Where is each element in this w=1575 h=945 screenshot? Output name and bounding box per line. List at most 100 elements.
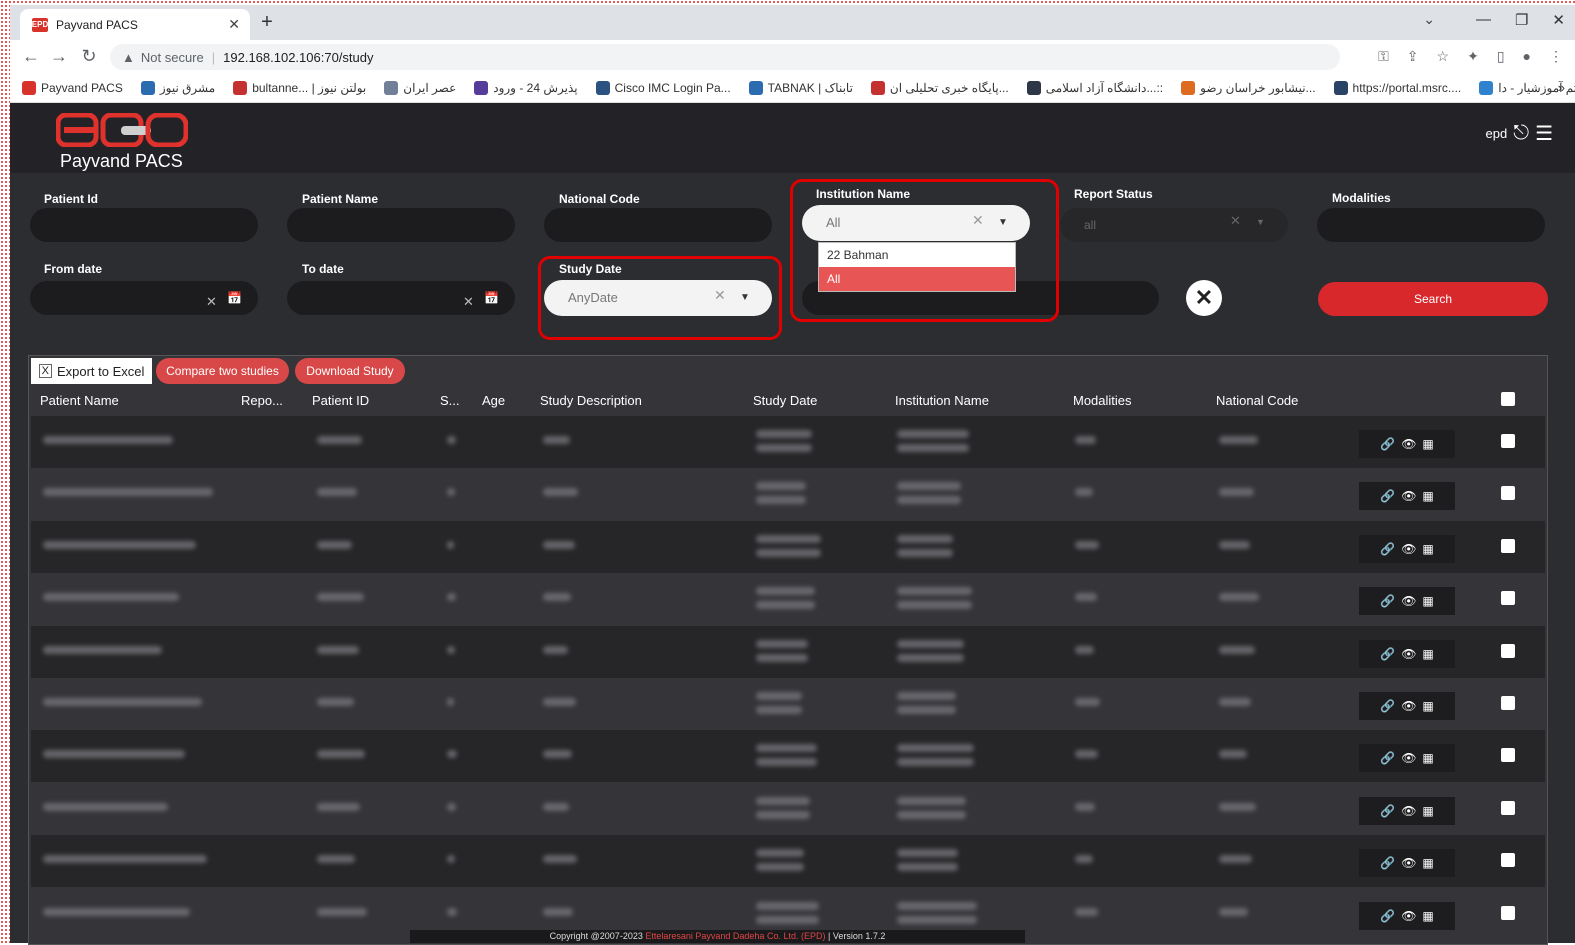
report-icon[interactable]: ▦ (1422, 647, 1433, 661)
bookmark-item[interactable]: پایگاه خبری تحلیلی ان... (870, 81, 1009, 95)
row-checkbox[interactable] (1501, 853, 1515, 868)
table-row[interactable]: 🔗 👁 ▦ (31, 678, 1545, 730)
col-age[interactable]: Age (482, 393, 505, 408)
row-checkbox[interactable] (1501, 434, 1515, 448)
bookmark-item[interactable]: bultanne... | بولتن نیوز (233, 81, 366, 95)
report-icon[interactable]: ▦ (1422, 751, 1433, 765)
bookmarks-overflow-icon[interactable]: » (1558, 80, 1565, 95)
table-row[interactable]: 🔗 👁 ▦ (31, 416, 1545, 468)
bookmark-item[interactable]: دانشگاه آزاد اسلامی...:: (1026, 81, 1163, 95)
forward-icon[interactable]: → (48, 46, 70, 67)
col-report[interactable]: Repo... (241, 393, 283, 408)
to-date-input[interactable]: ✕ 📅 (287, 281, 515, 315)
col-patient-id[interactable]: Patient ID (312, 393, 369, 408)
eye-icon[interactable]: 👁 (1401, 437, 1416, 451)
minimize-icon[interactable]: — (1476, 11, 1491, 29)
link-icon[interactable]: 🔗 (1380, 647, 1395, 661)
close-window-icon[interactable]: ✕ (1552, 11, 1565, 29)
link-icon[interactable]: 🔗 (1380, 437, 1395, 451)
eye-icon[interactable]: 👁 (1401, 542, 1416, 556)
eye-icon[interactable]: 👁 (1401, 489, 1416, 503)
col-modalities[interactable]: Modalities (1073, 393, 1132, 408)
reload-icon[interactable]: ↻ (78, 46, 100, 67)
browser-tab[interactable]: EPD Payvand PACS ✕ (20, 9, 250, 40)
row-checkbox[interactable] (1501, 643, 1515, 658)
report-status-chevron-icon[interactable]: ▼ (1256, 217, 1265, 227)
eye-icon[interactable]: 👁 (1401, 856, 1416, 870)
link-icon[interactable]: 🔗 (1380, 856, 1395, 870)
link-icon[interactable]: 🔗 (1380, 594, 1395, 608)
star-icon[interactable]: ☆ (1437, 48, 1450, 65)
reset-filters-button[interactable]: ✕ (1186, 280, 1222, 316)
bookmark-item[interactable]: نیشابور خراسان رضو... (1181, 81, 1316, 95)
link-icon[interactable]: 🔗 (1380, 489, 1395, 503)
row-checkbox[interactable] (1501, 486, 1515, 501)
key-icon[interactable]: ⚿ (1378, 48, 1389, 65)
report-icon[interactable]: ▦ (1422, 856, 1433, 870)
link-icon[interactable]: 🔗 (1380, 542, 1395, 556)
table-row[interactable]: 🔗 👁 ▦ (31, 468, 1545, 521)
extensions-icon[interactable]: ✦ (1467, 48, 1479, 65)
row-checkbox[interactable] (1501, 905, 1515, 920)
back-icon[interactable]: ← (20, 46, 42, 67)
address-bar[interactable]: ▲ Not secure | 192.168.102.106:70/study (110, 44, 1340, 70)
table-row[interactable]: 🔗 👁 ▦ (31, 573, 1545, 626)
link-icon[interactable]: 🔗 (1380, 804, 1395, 818)
bookmark-item[interactable]: پذیرش 24 - ورود (474, 81, 578, 95)
eye-icon[interactable]: 👁 (1401, 699, 1416, 713)
col-institution-name[interactable]: Institution Name (895, 393, 989, 408)
row-checkbox[interactable] (1501, 748, 1515, 763)
row-checkbox[interactable] (1501, 696, 1515, 710)
report-icon[interactable]: ▦ (1422, 804, 1433, 818)
col-study-description[interactable]: Study Description (540, 393, 642, 408)
link-icon[interactable]: 🔗 (1380, 909, 1395, 923)
tab-search-icon[interactable]: ⌄ (1423, 11, 1435, 28)
row-checkbox[interactable] (1501, 538, 1515, 553)
col-national-code[interactable]: National Code (1216, 393, 1298, 408)
sidepanel-icon[interactable]: ▯ (1497, 48, 1505, 65)
eye-icon[interactable]: 👁 (1401, 751, 1416, 765)
export-excel-button[interactable]: X Export to Excel (31, 358, 152, 384)
logout-icon[interactable]: ⎋ (1513, 122, 1529, 145)
profile-icon[interactable]: ● (1523, 48, 1531, 65)
report-icon[interactable]: ▦ (1422, 594, 1433, 608)
bookmark-item[interactable]: https://portal.msrc.... (1333, 81, 1461, 95)
col-study-date[interactable]: Study Date (753, 393, 817, 408)
row-checkbox[interactable] (1501, 591, 1515, 606)
patient-name-input[interactable] (287, 208, 515, 242)
report-icon[interactable]: ▦ (1422, 489, 1433, 503)
report-status-select[interactable]: all ✕ ▼ (1060, 208, 1288, 242)
table-row[interactable]: 🔗 👁 ▦ (31, 625, 1545, 678)
col-sex[interactable]: S... (440, 393, 460, 408)
download-study-button[interactable]: Download Study (295, 358, 405, 384)
bookmark-item[interactable]: عصر ایران (384, 81, 456, 95)
table-row[interactable]: 🔗 👁 ▦ (31, 782, 1545, 835)
eye-icon[interactable]: 👁 (1401, 804, 1416, 818)
report-icon[interactable]: ▦ (1422, 437, 1433, 451)
bookmark-item[interactable]: Cisco IMC Login Pa... (595, 81, 731, 95)
report-icon[interactable]: ▦ (1422, 542, 1433, 556)
menu-icon[interactable]: ⋮ (1549, 48, 1563, 65)
from-date-clear-icon[interactable]: ✕ (206, 294, 217, 310)
bookmark-item[interactable]: مشرق نیوز (140, 81, 215, 95)
search-button[interactable]: Search (1318, 282, 1548, 316)
national-code-input[interactable] (544, 208, 772, 242)
modalities-input[interactable] (1317, 208, 1545, 242)
report-status-clear-icon[interactable]: ✕ (1230, 213, 1241, 229)
table-row[interactable]: 🔗 👁 ▦ (31, 835, 1545, 888)
link-icon[interactable]: 🔗 (1380, 699, 1395, 713)
settings-sliders-icon[interactable]: ☰ (1535, 121, 1553, 146)
calendar-icon[interactable]: 📅 (227, 291, 242, 305)
to-date-clear-icon[interactable]: ✕ (463, 294, 474, 310)
share-icon[interactable]: ⇪ (1407, 48, 1419, 65)
from-date-input[interactable]: ✕ 📅 (30, 281, 258, 315)
eye-icon[interactable]: 👁 (1401, 647, 1416, 661)
eye-icon[interactable]: 👁 (1401, 909, 1416, 923)
col-patient-name[interactable]: Patient Name (40, 393, 119, 408)
link-icon[interactable]: 🔗 (1380, 751, 1395, 765)
row-checkbox[interactable] (1501, 800, 1515, 815)
report-icon[interactable]: ▦ (1422, 909, 1433, 923)
table-row[interactable]: 🔗 👁 ▦ (31, 520, 1545, 573)
table-row[interactable]: 🔗 👁 ▦ (31, 730, 1545, 783)
tab-close-icon[interactable]: ✕ (228, 16, 240, 33)
